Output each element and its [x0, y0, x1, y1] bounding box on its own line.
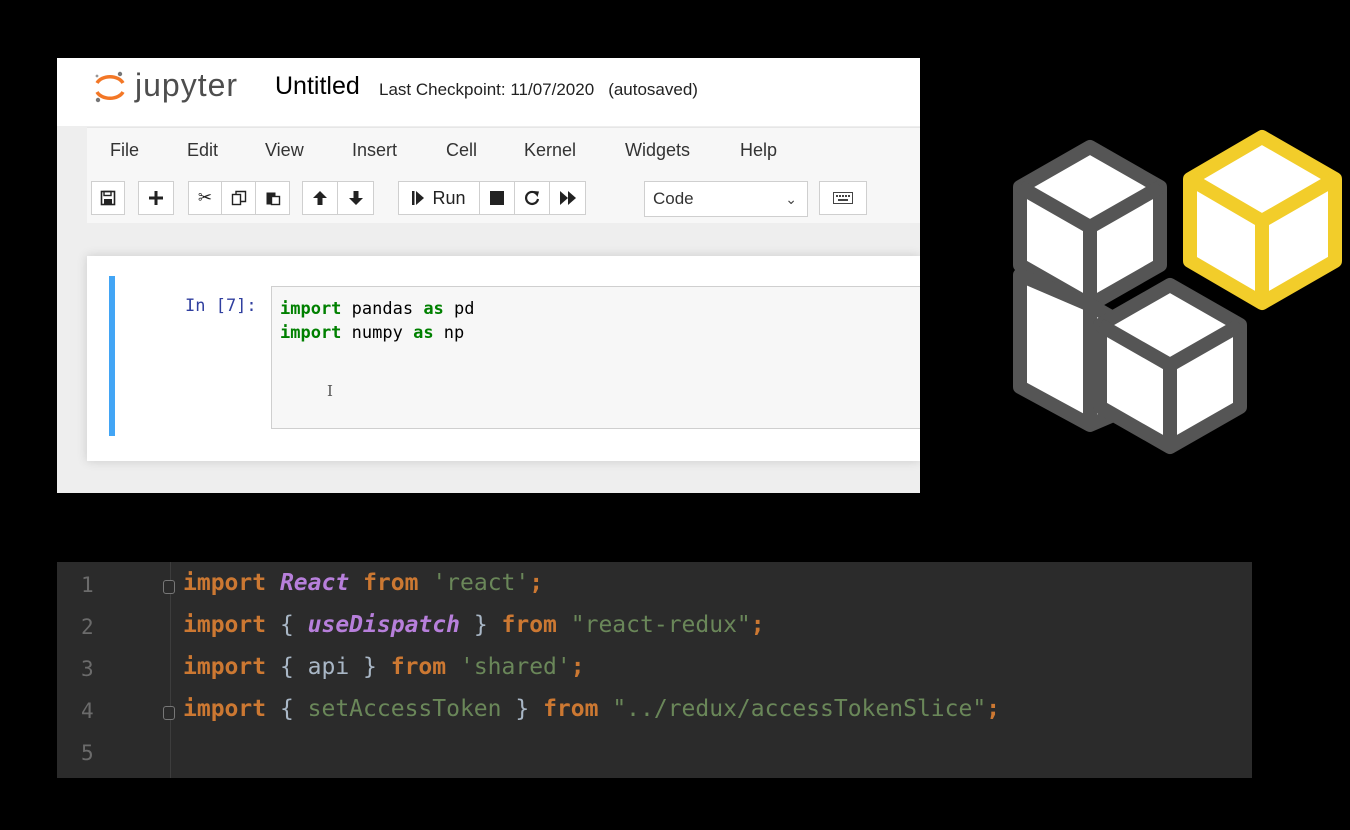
paste-icon	[266, 192, 280, 206]
notebook-header: jupyter Untitled Last Checkpoint: 11/07/…	[57, 58, 920, 126]
interrupt-button[interactable]	[479, 181, 515, 215]
gutter-separator	[170, 562, 171, 778]
stop-icon	[490, 191, 504, 205]
menu-kernel[interactable]: Kernel	[524, 140, 576, 161]
cell-type-value: Code	[653, 189, 694, 208]
checkpoint-label: Last Checkpoint: 11/07/2020	[379, 80, 595, 99]
checkpoint-status: Last Checkpoint: 11/07/2020 (autosaved)	[379, 80, 698, 100]
code-line: import pandas as pd	[280, 299, 475, 319]
copy-button[interactable]	[221, 181, 256, 215]
code-line: import React from 'react';	[183, 570, 544, 596]
line-number: 4	[81, 699, 94, 723]
cell-prompt: In [7]:	[185, 296, 257, 316]
toolbar: ✂ Run Code ⌄	[87, 173, 920, 223]
menu-edit[interactable]: Edit	[187, 140, 218, 161]
autosave-status: (autosaved)	[608, 80, 698, 99]
menu-file[interactable]: File	[110, 140, 139, 161]
code-line: import numpy as np	[280, 323, 465, 343]
line-number: 2	[81, 615, 94, 639]
insert-cell-button[interactable]	[138, 181, 174, 215]
menu-insert[interactable]: Insert	[352, 140, 397, 161]
line-number: 1	[81, 573, 94, 597]
menu-cell[interactable]: Cell	[446, 140, 477, 161]
code-cell[interactable]: In [7]: import pandas as pd import numpy…	[109, 276, 920, 436]
restart-button[interactable]	[514, 181, 550, 215]
cubes-icon	[1013, 130, 1342, 454]
move-down-button[interactable]	[337, 181, 374, 215]
code-line: import { useDispatch } from "react-redux…	[183, 612, 765, 638]
fold-marker-icon[interactable]	[163, 706, 175, 720]
keyboard-icon	[833, 192, 853, 204]
code-line: import { api } from 'shared';	[183, 654, 585, 680]
save-button[interactable]	[91, 181, 125, 215]
paste-button[interactable]	[255, 181, 290, 215]
menu-bar: File Edit View Insert Cell Kernel Widget…	[87, 127, 920, 174]
run-all-button[interactable]	[549, 181, 586, 215]
menu-help[interactable]: Help	[740, 140, 777, 161]
notebook-container: In [7]: import pandas as pd import numpy…	[87, 256, 920, 461]
cell-input-editor[interactable]: import pandas as pd import numpy as np I	[271, 286, 920, 429]
copy-icon	[231, 190, 246, 206]
jupyter-logo-text: jupyter	[135, 67, 239, 103]
menu-widgets[interactable]: Widgets	[625, 140, 690, 161]
line-number: 5	[81, 741, 94, 765]
notebook-title[interactable]: Untitled	[275, 72, 360, 101]
chevron-down-icon: ⌄	[785, 191, 797, 207]
run-label: Run	[432, 187, 466, 208]
restart-icon	[525, 190, 540, 206]
menu-view[interactable]: View	[265, 140, 304, 161]
command-palette-button[interactable]	[819, 181, 867, 215]
scissors-icon: ✂	[197, 188, 213, 207]
jupyter-logo-icon[interactable]	[93, 70, 127, 104]
cut-button[interactable]: ✂	[188, 181, 222, 215]
line-number: 3	[81, 657, 94, 681]
arrow-up-icon	[313, 191, 327, 205]
run-icon	[412, 191, 425, 205]
jupyter-notebook-window: jupyter Untitled Last Checkpoint: 11/07/…	[57, 58, 920, 493]
code-line: import { setAccessToken } from "../redux…	[183, 696, 1001, 722]
fast-forward-icon	[559, 191, 576, 205]
move-up-button[interactable]	[302, 181, 338, 215]
text-cursor-icon: I	[327, 382, 333, 400]
plus-icon	[149, 191, 163, 205]
fold-marker-icon[interactable]	[163, 580, 175, 594]
cell-type-select[interactable]: Code ⌄	[644, 181, 808, 217]
code-editor[interactable]: 1 2 3 4 5 import React from 'react'; imp…	[57, 562, 1252, 778]
save-icon	[100, 190, 116, 206]
run-button[interactable]: Run	[398, 181, 480, 215]
arrow-down-icon	[348, 191, 363, 205]
